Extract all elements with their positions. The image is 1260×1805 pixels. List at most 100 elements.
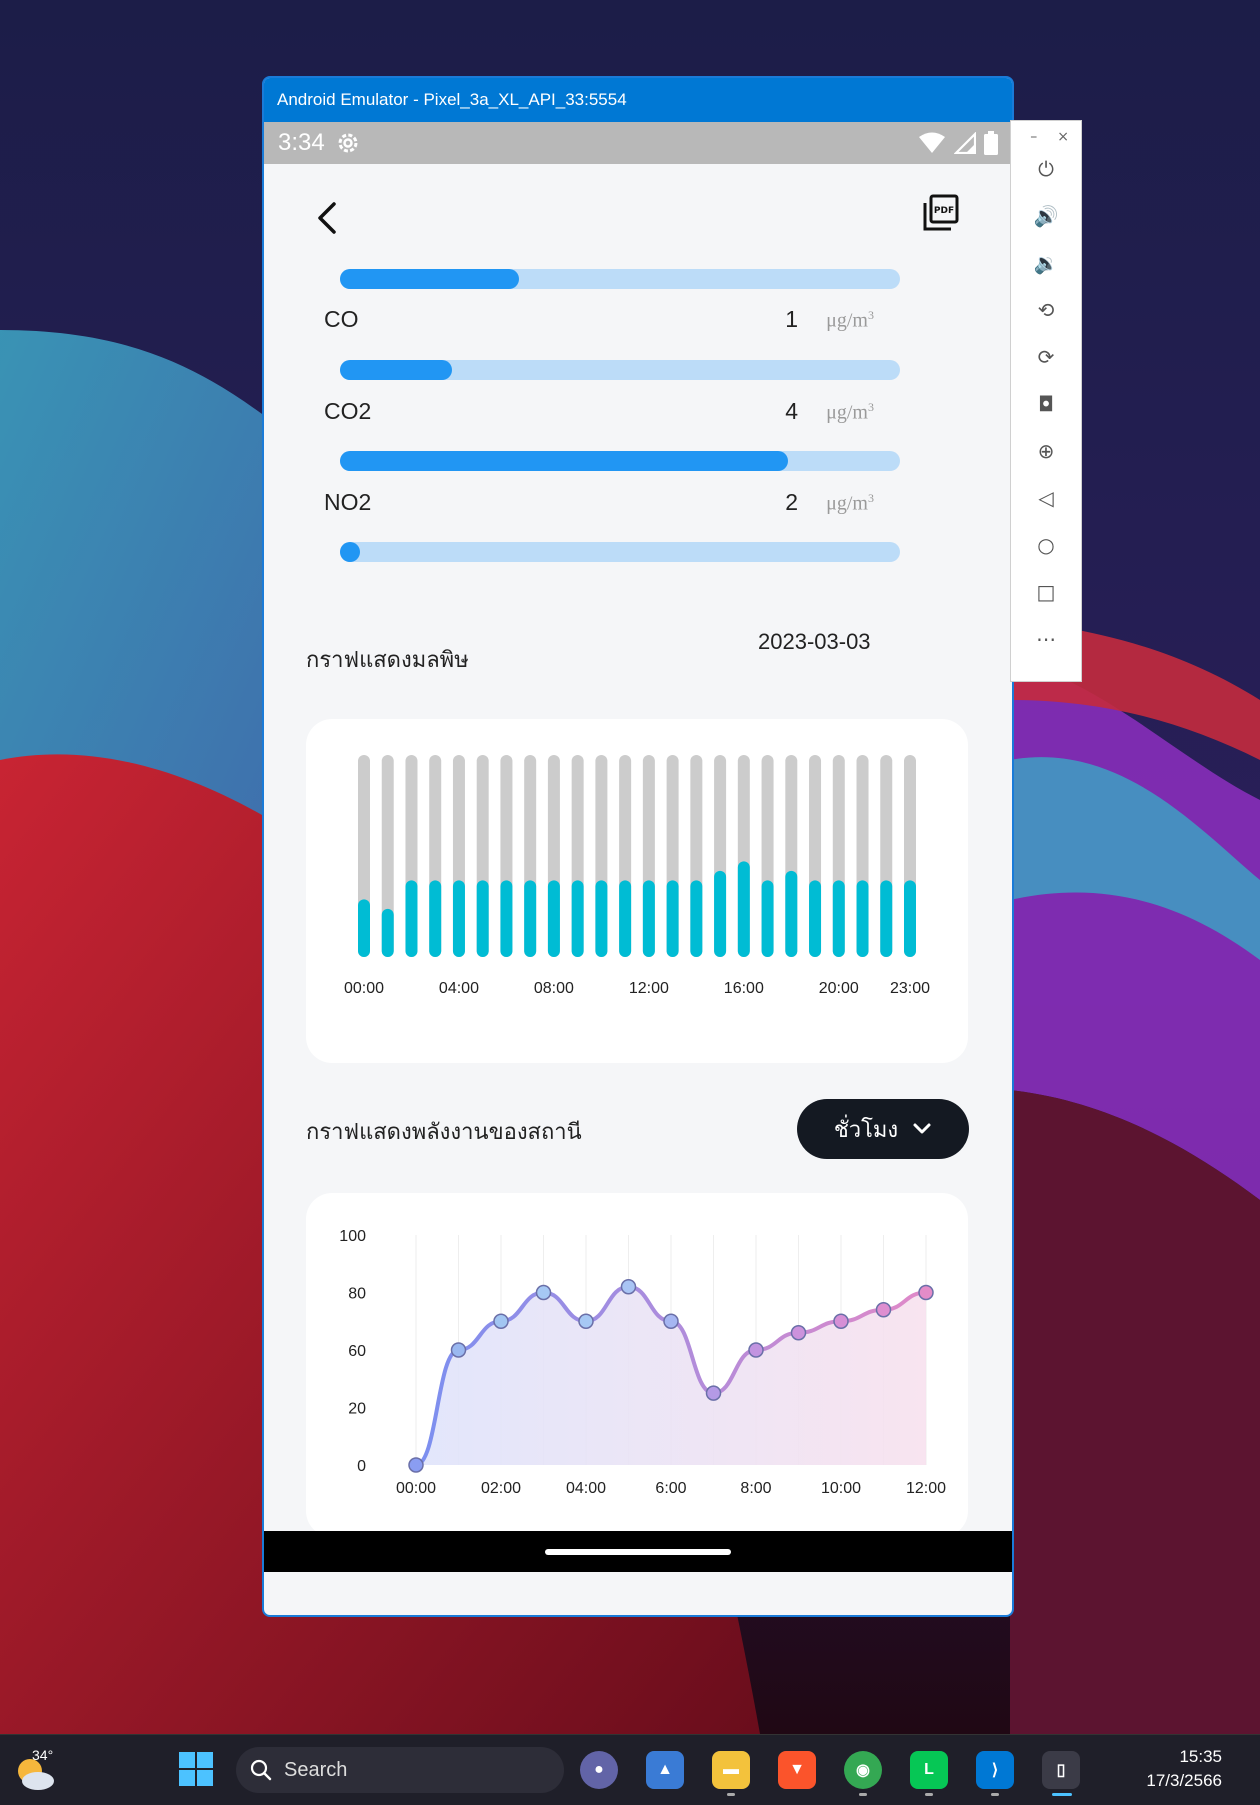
running-indicator (925, 1793, 933, 1796)
volume-down-icon[interactable]: 🔉 (1011, 239, 1081, 286)
running-indicator (991, 1793, 999, 1796)
metric-label: NO2 (324, 489, 372, 515)
vscode-icon[interactable]: ⟩ (976, 1751, 1014, 1789)
more-icon[interactable]: ⋯ (1011, 615, 1081, 662)
data-point (748, 1342, 764, 1358)
x-tick-label: 10:00 (821, 1480, 861, 1497)
android-nav-bar (264, 1531, 1012, 1572)
y-tick-label: 0 (357, 1458, 366, 1475)
no2-progress-fill (340, 542, 360, 562)
home-gesture-pill[interactable] (545, 1548, 731, 1555)
data-point (620, 1279, 637, 1295)
co-progress-track (340, 360, 900, 380)
x-tick-label: 20:00 (819, 980, 859, 997)
metric-row-co2: CO2 4 μg/m3 (324, 398, 874, 434)
data-point (535, 1284, 552, 1301)
data-point (705, 1385, 722, 1401)
metric-label: CO (324, 306, 359, 332)
back-triangle-icon[interactable]: ◁ (1011, 474, 1081, 521)
metric-label: CO2 (324, 398, 372, 424)
x-tick-label: 00:00 (396, 1480, 436, 1497)
windows-taskbar: 34° Search ● ▲ ▬ ▼ ◉ L ⟩ ▯ 15:35 17/3/25… (0, 1734, 1260, 1805)
data-point (493, 1313, 509, 1329)
data-point (663, 1313, 679, 1329)
emulator-window: Android Emulator - Pixel_3a_XL_API_33:55… (262, 76, 1014, 1617)
overview-square-icon[interactable]: □ (1011, 568, 1081, 615)
camera-icon[interactable]: ◘ (1011, 380, 1081, 427)
app-screen: PDF CO 1 μg/m3 CO2 4 μg/m3 NO2 2 μg/m3 ก… (264, 164, 1012, 1572)
co2-progress-fill (340, 451, 788, 471)
dropdown-label: ชั่วโมง (833, 1117, 899, 1143)
x-tick-label: 04:00 (439, 980, 479, 997)
volume-up-icon[interactable]: 🔊 (1011, 192, 1081, 239)
rotate-right-icon[interactable]: ⟳ (1011, 333, 1081, 380)
rotate-left-icon[interactable]: ⟲ (1011, 286, 1081, 333)
metric-value: 1 (785, 306, 798, 332)
energy-chart-title: กราฟแสดงพลังงานของสถานี (306, 1120, 582, 1145)
weather-temperature: 34° (32, 1747, 54, 1763)
pollutant-progress-track (340, 269, 900, 289)
metric-row-co: CO 1 μg/m3 (324, 306, 874, 342)
wifi-icon (919, 132, 945, 153)
no2-progress-track (340, 542, 900, 562)
x-tick-label: 23:00 (890, 980, 930, 997)
battery-icon (984, 131, 998, 155)
x-tick-label: 02:00 (481, 1480, 521, 1497)
search-icon (250, 1759, 272, 1781)
clock-time: 15:35 (1179, 1747, 1222, 1766)
line-app-icon[interactable]: L (910, 1751, 948, 1789)
interval-dropdown[interactable]: ชั่วโมง (797, 1099, 969, 1159)
emulator-title-bar[interactable]: Android Emulator - Pixel_3a_XL_API_33:55… (264, 78, 1012, 122)
chrome-icon[interactable]: ◉ (844, 1751, 882, 1789)
running-indicator (859, 1793, 867, 1796)
photos-icon[interactable]: ▲ (646, 1751, 684, 1789)
x-tick-label: 12:00 (629, 980, 669, 997)
home-circle-icon[interactable]: ○ (1011, 521, 1081, 568)
system-clock[interactable]: 15:35 17/3/2566 (1146, 1745, 1222, 1793)
metric-unit: μg/m3 (826, 491, 874, 515)
back-arrow-icon[interactable] (308, 198, 348, 238)
taskbar-search[interactable]: Search (236, 1747, 564, 1793)
pollution-chart-date[interactable]: 2023-03-03 (758, 629, 871, 655)
data-point (833, 1313, 849, 1329)
android-status-bar: 3:34 (264, 122, 1012, 164)
signal-icon (954, 132, 976, 154)
emulator-title: Android Emulator - Pixel_3a_XL_API_33:55… (277, 90, 627, 109)
y-tick-label: 100 (339, 1228, 366, 1245)
brave-browser-icon[interactable]: ▼ (778, 1751, 816, 1789)
power-icon[interactable]: ⏻ (1011, 145, 1081, 192)
y-tick-label: 80 (348, 1286, 366, 1303)
data-point (790, 1325, 807, 1341)
pollution-bar-chart: 00:00 04:00 08:00 12:00 16:00 20:00 23:00 (344, 755, 930, 997)
x-tick-label: 08:00 (534, 980, 574, 997)
x-tick-label: 04:00 (566, 1480, 606, 1497)
metric-unit: μg/m3 (826, 308, 874, 332)
metric-value: 4 (785, 398, 798, 424)
status-time: 3:34 (278, 129, 325, 156)
android-emulator-icon[interactable]: ▯ (1042, 1751, 1080, 1789)
search-placeholder: Search (284, 1758, 348, 1781)
zoom-icon[interactable]: ⊕ (1011, 427, 1081, 474)
x-tick-label: 16:00 (724, 980, 764, 997)
metric-row-no2: NO2 2 μg/m3 (324, 489, 874, 525)
data-point (578, 1313, 594, 1329)
x-tick-label: 8:00 (740, 1480, 771, 1497)
pollutant-progress-fill (340, 269, 520, 289)
co2-progress-track (340, 451, 900, 471)
minimize-icon[interactable]: – (1030, 129, 1037, 145)
y-tick-label: 60 (348, 1343, 366, 1360)
settings-gear-icon (338, 133, 358, 153)
pollution-chart-title: กราฟแสดงมลพิษ (306, 648, 469, 673)
pdf-export-icon[interactable]: PDF (922, 194, 960, 232)
metric-value: 2 (785, 489, 798, 515)
x-tick-label: 12:00 (906, 1480, 946, 1497)
energy-area-chart: 0 20 60 80 100 00:00 02:00 04:00 6:00 8:00 10:00 12… (339, 1228, 946, 1497)
file-explorer-icon[interactable]: ▬ (712, 1751, 750, 1789)
data-point (450, 1342, 467, 1358)
data-point (875, 1302, 892, 1318)
windows-start-icon[interactable] (178, 1751, 214, 1787)
x-tick-label: 00:00 (344, 980, 384, 997)
close-icon[interactable]: × (1057, 129, 1069, 145)
chevron-down-icon (913, 1123, 931, 1134)
teams-chat-icon[interactable]: ● (580, 1751, 618, 1789)
